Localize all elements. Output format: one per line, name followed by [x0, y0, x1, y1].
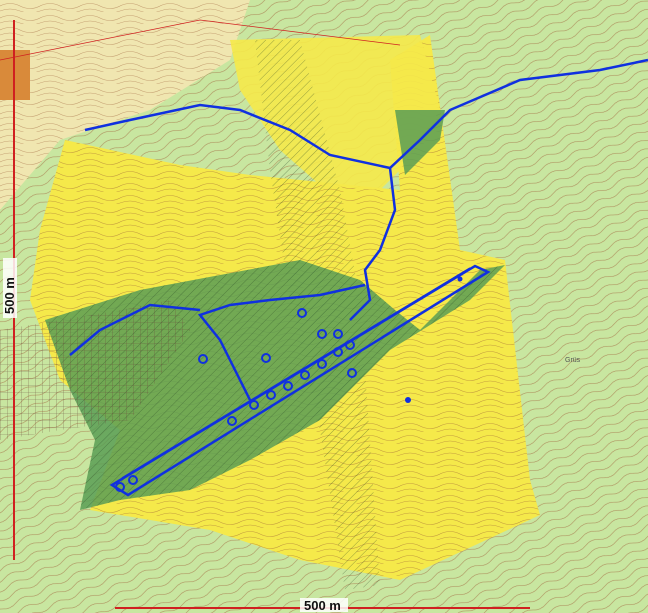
place-label: Grüs: [565, 357, 581, 364]
scale-label-vertical: 500 m: [2, 277, 17, 314]
scale-bar-horizontal: 500 m: [300, 598, 348, 613]
planning-map: Grüs 500 m 500 m: [0, 0, 648, 613]
map-viewport[interactable]: Grüs 500 m 500 m: [0, 0, 648, 613]
scale-label-horizontal: 500 m: [304, 598, 341, 613]
scale-bar-vertical: 500 m: [2, 258, 17, 318]
